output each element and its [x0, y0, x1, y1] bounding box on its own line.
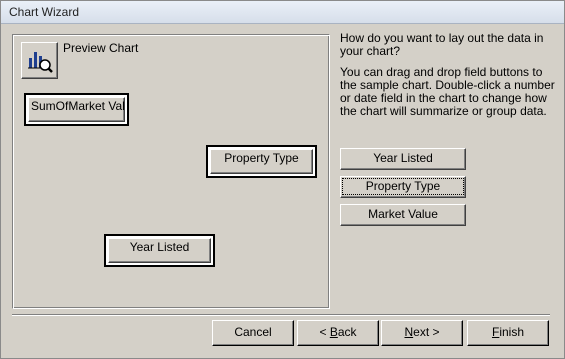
back-prefix: < — [319, 325, 330, 339]
axis-dropzone[interactable]: Year Listed — [104, 234, 215, 267]
field-button-market-value[interactable]: Market Value — [340, 204, 466, 226]
preview-chart-button[interactable] — [21, 42, 58, 79]
series-field-button[interactable]: Property Type — [210, 149, 313, 174]
finish-button[interactable]: Finish — [467, 320, 549, 346]
field-button-year-listed[interactable]: Year Listed — [340, 148, 466, 170]
data-dropzone[interactable]: SumOfMarket Value — [24, 93, 129, 126]
data-field-button[interactable]: SumOfMarket Value — [28, 97, 125, 122]
dialog-body: Preview Chart SumOfMarket Value Property… — [1, 24, 564, 358]
back-button[interactable]: < Back — [297, 320, 379, 346]
chart-preview-icon — [28, 52, 53, 73]
next-rest: ext > — [413, 325, 440, 339]
instructions-panel: How do you want to lay out the data in y… — [340, 32, 555, 126]
back-mnemonic: B — [329, 325, 338, 339]
next-mnemonic: N — [404, 325, 414, 339]
divider — [12, 314, 550, 316]
title-bar[interactable]: Chart Wizard — [1, 1, 564, 24]
preview-chart-label: Preview Chart — [63, 41, 139, 55]
instructions-question: How do you want to lay out the data in y… — [340, 31, 544, 58]
cancel-button[interactable]: Cancel — [212, 320, 294, 346]
field-button-property-type[interactable]: Property Type — [340, 176, 466, 198]
chart-wizard-window: Chart Wizard Preview Chart SumOfMarket V… — [0, 0, 565, 359]
chart-preview-area: Preview Chart SumOfMarket Value Property… — [12, 34, 330, 309]
window-title: Chart Wizard — [9, 5, 80, 19]
back-rest: ack — [337, 325, 357, 339]
field-button-label: Property Type — [342, 178, 464, 195]
instructions-help: You can drag and drop field buttons to t… — [340, 65, 555, 118]
finish-rest: inish — [499, 325, 525, 339]
axis-field-button[interactable]: Year Listed — [108, 238, 211, 263]
series-dropzone[interactable]: Property Type — [206, 145, 317, 178]
next-button[interactable]: Next > — [381, 320, 463, 346]
